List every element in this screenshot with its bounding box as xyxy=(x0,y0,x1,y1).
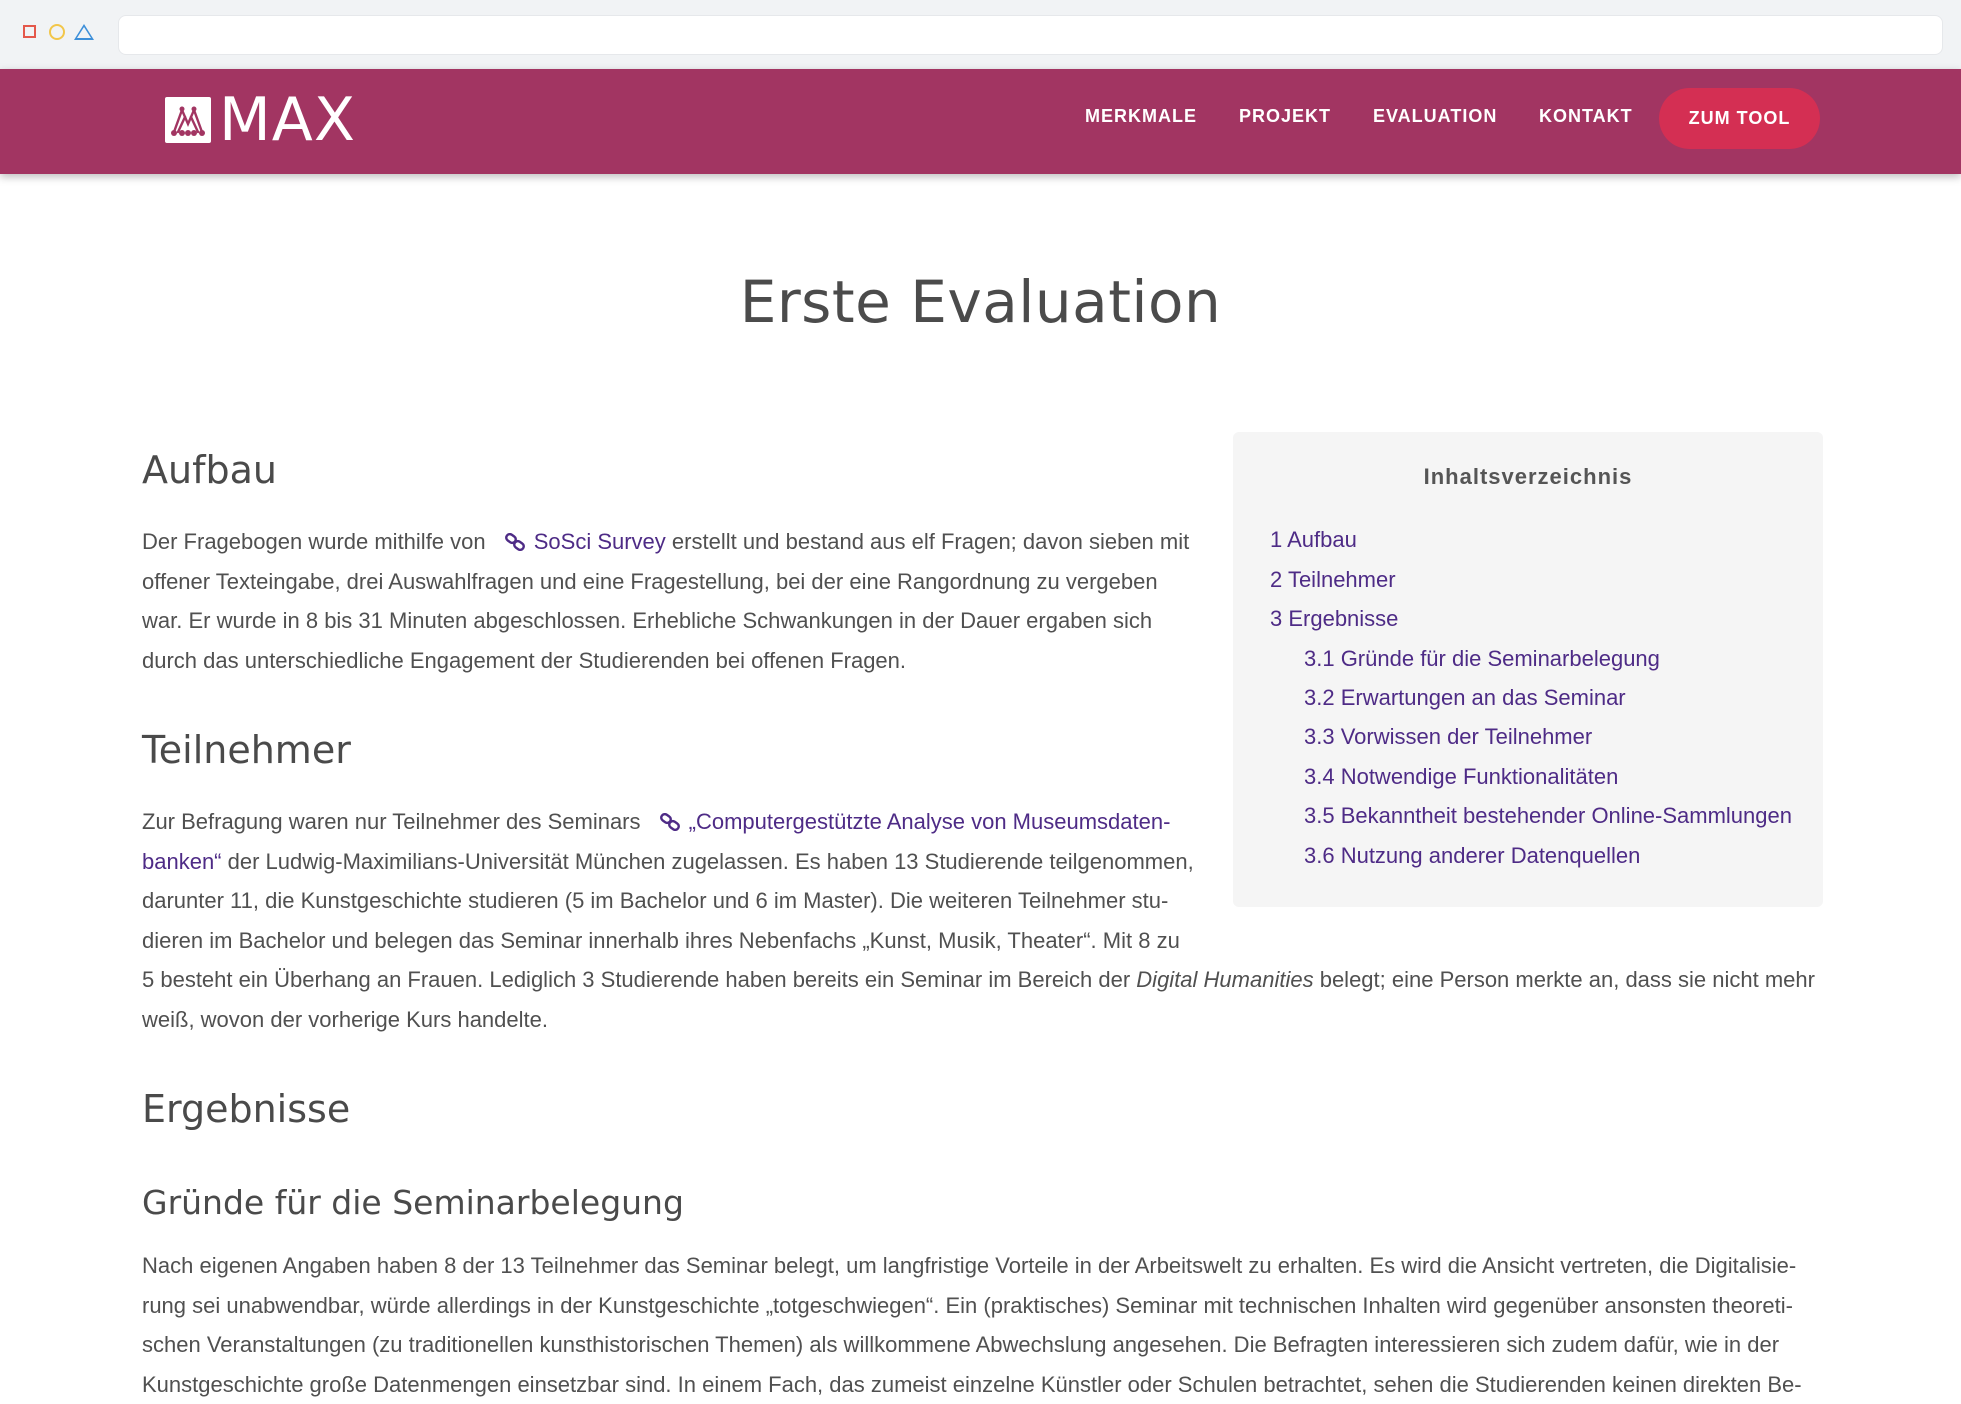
window-close-icon[interactable] xyxy=(23,25,36,38)
site-header: MAX MERKMALE PROJEKT EVALUATION KONTAKT … xyxy=(0,69,1961,174)
nav-item-merkmale[interactable]: MERKMALE xyxy=(1085,106,1197,127)
page-title: Erste Evaluation xyxy=(0,268,1961,336)
gruende-line-4: Kunstgeschichte große Datenmengen einset… xyxy=(142,1365,1862,1404)
nav-item-kontakt[interactable]: KONTAKT xyxy=(1539,106,1633,127)
digital-humanities-emphasis: Digital Humanities xyxy=(1136,967,1313,992)
toc-item-aufbau[interactable]: 1 Aufbau xyxy=(1270,527,1357,553)
table-of-contents: Inhaltsverzeichnis 1 Aufbau 2 Teilnehmer… xyxy=(1233,432,1823,907)
toc-item-online-sammlungen[interactable]: 3.5 Bekanntheit bestehender Online-Samml… xyxy=(1304,803,1792,829)
window-minimize-icon[interactable] xyxy=(49,24,65,40)
window-maximize-icon[interactable] xyxy=(74,24,94,40)
logo-wordmark[interactable]: MAX xyxy=(219,87,356,153)
gruende-paragraph: Nach eigenen Angaben haben 8 der 13 Teil… xyxy=(142,1246,1862,1404)
aufbau-line-2: offener Texteingabe, drei Auswahlfragen … xyxy=(142,562,1202,602)
section-heading-aufbau: Aufbau xyxy=(142,448,277,492)
browser-chrome xyxy=(0,0,1961,70)
section-heading-teilnehmer: Teilnehmer xyxy=(142,728,351,772)
seminar-link-continued[interactable]: banken“ xyxy=(142,849,222,874)
toc-item-vorwissen[interactable]: 3.3 Vorwissen der Teilnehmer xyxy=(1304,724,1592,750)
toc-title: Inhaltsverzeichnis xyxy=(1233,464,1823,490)
teilnehmer-line-4: dieren im Bachelor und belegen das Semin… xyxy=(142,921,1842,961)
section-heading-ergebnisse: Ergebnisse xyxy=(142,1087,350,1131)
gruende-line-1: Nach eigenen Angaben haben 8 der 13 Teil… xyxy=(142,1246,1862,1286)
gruende-line-3: schen Veranstaltungen (zu traditionellen… xyxy=(142,1325,1862,1365)
sosci-survey-link[interactable]: SoSci Survey xyxy=(534,529,666,554)
toc-item-funktionalitaeten[interactable]: 3.4 Notwendige Funktionalitäten xyxy=(1304,764,1618,790)
aufbau-line-1: Der Fragebogen wurde mithilfe von SoSci … xyxy=(142,522,1202,562)
toc-item-datenquellen[interactable]: 3.6 Nutzung anderer Datenquellen xyxy=(1304,843,1640,869)
aufbau-line-3: war. Er wurde in 8 bis 31 Minuten abgesc… xyxy=(142,601,1202,641)
seminar-link[interactable]: „Computergestützte Analyse von Museumsda… xyxy=(689,809,1171,834)
nav-item-projekt[interactable]: PROJEKT xyxy=(1239,106,1331,127)
toc-item-erwartungen[interactable]: 3.2 Erwartungen an das Seminar xyxy=(1304,685,1626,711)
address-bar[interactable] xyxy=(118,15,1943,55)
teilnehmer-line-6: weiß, wovon der vorherige Kurs handelte. xyxy=(142,1000,1842,1040)
subsection-heading-gruende: Gründe für die Seminarbelegung xyxy=(142,1183,684,1222)
nav-item-evaluation[interactable]: EVALUATION xyxy=(1373,106,1497,127)
gruende-line-2: rung sei unabwendbar, würde allerdings i… xyxy=(142,1286,1862,1326)
link-icon xyxy=(504,533,526,551)
toc-item-teilnehmer[interactable]: 2 Teilnehmer xyxy=(1270,567,1396,593)
toc-item-ergebnisse[interactable]: 3 Ergebnisse xyxy=(1270,606,1398,632)
zum-tool-button[interactable]: ZUM TOOL xyxy=(1659,88,1820,149)
toc-item-gruende[interactable]: 3.1 Gründe für die Seminarbelegung xyxy=(1304,646,1660,672)
aufbau-paragraph: Der Fragebogen wurde mithilfe von SoSci … xyxy=(142,522,1202,680)
logo-icon[interactable] xyxy=(165,97,211,143)
link-icon xyxy=(659,813,681,831)
aufbau-line-4: durch das unterschiedliche Engagement de… xyxy=(142,641,1202,681)
teilnehmer-line-5: 5 besteht ein Überhang an Frauen. Ledigl… xyxy=(142,960,1842,1000)
